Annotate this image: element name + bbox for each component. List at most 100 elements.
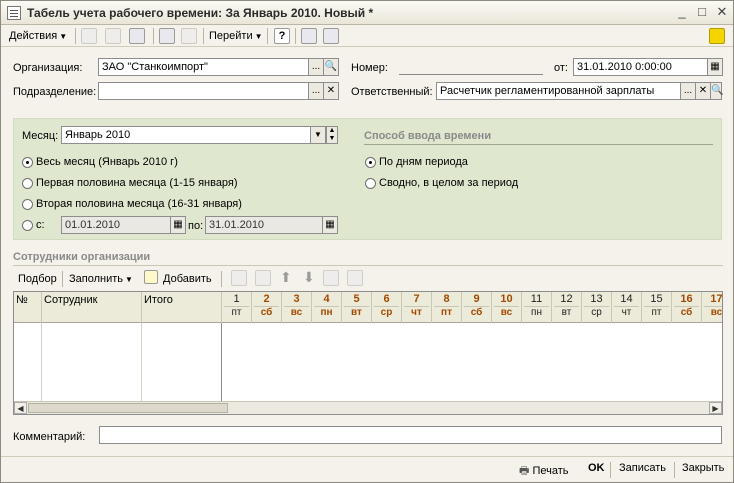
edit-row-icon[interactable] (231, 270, 247, 286)
day-column-header[interactable]: 6 ср (372, 292, 402, 323)
fill-menu-label: Заполнить (69, 273, 124, 285)
calendar-icon[interactable]: ▦ (707, 58, 723, 76)
period-to-field[interactable]: 31.01.2010 (205, 216, 323, 234)
minimize-button[interactable]: _ (673, 4, 691, 21)
day-column-header[interactable]: 3 вс (282, 292, 312, 323)
organization-select-button[interactable]: ... (308, 58, 324, 76)
group-divider (364, 144, 713, 145)
period-panel: Месяц: Январь 2010 ▼ ▲ ▼ Весь месяц (Янва… (13, 118, 722, 240)
radio-custom-range[interactable] (22, 220, 33, 231)
print-button[interactable]: 🖶 Печать (519, 462, 569, 481)
responsible-select-button[interactable]: ... (680, 82, 696, 100)
employees-table[interactable]: № Сотрудник Итого 1 пт 2 сб 3 вс 4 пн 5 вт 6 ср 7 чт 8… (13, 291, 723, 415)
day-column-header[interactable]: 2 сб (252, 292, 282, 323)
day-column-header[interactable]: 17 вс (702, 292, 722, 323)
input-method-title: Способ ввода времени (364, 130, 492, 142)
day-column-header[interactable]: 12 вт (552, 292, 582, 323)
scroll-right-icon[interactable]: ▶ (709, 402, 722, 414)
day-column-header[interactable]: 8 пт (432, 292, 462, 323)
month-field[interactable]: Январь 2010 (61, 126, 311, 144)
radio-by-days[interactable] (365, 157, 376, 168)
day-column-header[interactable]: 9 сб (462, 292, 492, 323)
pick-button[interactable]: Подбор (18, 273, 57, 285)
delete-row-icon[interactable] (255, 270, 271, 286)
sort-asc-icon[interactable] (323, 270, 339, 286)
department-select-button[interactable]: ... (308, 82, 324, 100)
radio-second-half[interactable] (22, 199, 33, 210)
chevron-down-icon[interactable]: ▼ (310, 126, 326, 144)
add-button[interactable]: Добавить (163, 273, 212, 285)
save-button[interactable]: Записать (619, 462, 666, 474)
scroll-left-icon[interactable]: ◀ (14, 402, 27, 414)
move-up-icon[interactable]: ⬆ (280, 269, 292, 286)
day-column-header[interactable]: 14 чт (612, 292, 642, 323)
column-header-total[interactable]: Итого (142, 292, 222, 323)
month-spinner[interactable]: ▲ ▼ (326, 126, 338, 144)
day-weekday: ср (374, 306, 399, 318)
add-row-icon[interactable] (81, 28, 97, 44)
horizontal-scrollbar[interactable]: ◀ ▶ (14, 401, 722, 414)
day-weekday: сб (674, 306, 699, 318)
calendar-icon[interactable]: ▦ (322, 216, 338, 234)
unpost-document-icon[interactable] (181, 28, 197, 44)
clear-icon[interactable]: ✕ (323, 82, 339, 100)
day-column-header[interactable]: 4 пн (312, 292, 342, 323)
document-window: Табель учета рабочего времени: За Январь… (0, 0, 734, 483)
refresh-icon[interactable] (129, 28, 145, 44)
info-icon[interactable] (709, 28, 725, 44)
comment-field[interactable] (99, 426, 722, 444)
close-window-button[interactable]: ✕ (713, 4, 731, 21)
day-weekday: ср (584, 306, 609, 318)
date-field[interactable]: 31.01.2010 0:00:00 (573, 58, 708, 76)
department-field[interactable] (98, 82, 309, 100)
day-weekday: вт (554, 306, 579, 318)
day-weekday: вс (704, 306, 722, 318)
chevron-down-icon: ▼ (59, 32, 68, 41)
goto-menu[interactable]: Перейти ▼ (209, 28, 263, 44)
day-column-header[interactable]: 5 вт (342, 292, 372, 323)
day-number: 16 (680, 293, 693, 305)
actions-menu[interactable]: Действия ▼ (9, 28, 67, 44)
period-to-label: по: (188, 220, 204, 232)
help-icon[interactable]: ? (274, 28, 290, 44)
search-icon[interactable]: 🔍 (710, 82, 723, 100)
clear-icon[interactable]: ✕ (695, 82, 711, 100)
day-column-header[interactable]: 10 вс (492, 292, 522, 323)
date-label: от: (554, 62, 568, 74)
copy-icon[interactable] (105, 28, 121, 44)
toolbar-separator (153, 28, 154, 44)
maximize-button[interactable]: □ (693, 4, 711, 21)
search-icon[interactable]: 🔍 (323, 58, 339, 76)
day-column-header[interactable]: 7 чт (402, 292, 432, 323)
ok-button[interactable]: OK (588, 462, 605, 474)
day-column-header[interactable]: 1 пт (222, 292, 252, 323)
fill-menu[interactable]: Заполнить ▼ (69, 273, 133, 285)
day-number: 14 (620, 293, 633, 305)
day-column-header[interactable]: 15 пт (642, 292, 672, 323)
calendar-icon[interactable]: ▦ (170, 216, 186, 234)
column-header-num[interactable]: № (14, 292, 42, 323)
post-document-icon[interactable] (159, 28, 175, 44)
period-from-field[interactable]: 01.01.2010 (61, 216, 171, 234)
day-weekday: чт (404, 306, 429, 318)
move-down-icon[interactable]: ⬇ (303, 269, 315, 286)
toolbar-separator (221, 271, 222, 287)
day-column-header[interactable]: 13 ср (582, 292, 612, 323)
day-number: 6 (383, 293, 390, 305)
radio-summary[interactable] (365, 178, 376, 189)
table-layout-icon[interactable] (301, 28, 317, 44)
window-title: Табель учета рабочего времени: За Январь… (27, 6, 374, 20)
number-field[interactable] (399, 74, 543, 75)
close-button[interactable]: Закрыть (682, 462, 724, 474)
department-label: Подразделение: (13, 86, 97, 98)
day-column-header[interactable]: 11 пн (522, 292, 552, 323)
column-header-employee[interactable]: Сотрудник (42, 292, 142, 323)
radio-whole-month[interactable] (22, 157, 33, 168)
list-settings-icon[interactable] (323, 28, 339, 44)
day-column-header[interactable]: 16 сб (672, 292, 702, 323)
organization-field[interactable]: ЗАО "Станкоимпорт" (98, 58, 309, 76)
sort-desc-icon[interactable] (347, 270, 363, 286)
radio-first-half[interactable] (22, 178, 33, 189)
responsible-field[interactable]: Расчетчик регламентированной зарплаты (436, 82, 681, 100)
scroll-thumb[interactable] (28, 403, 228, 413)
